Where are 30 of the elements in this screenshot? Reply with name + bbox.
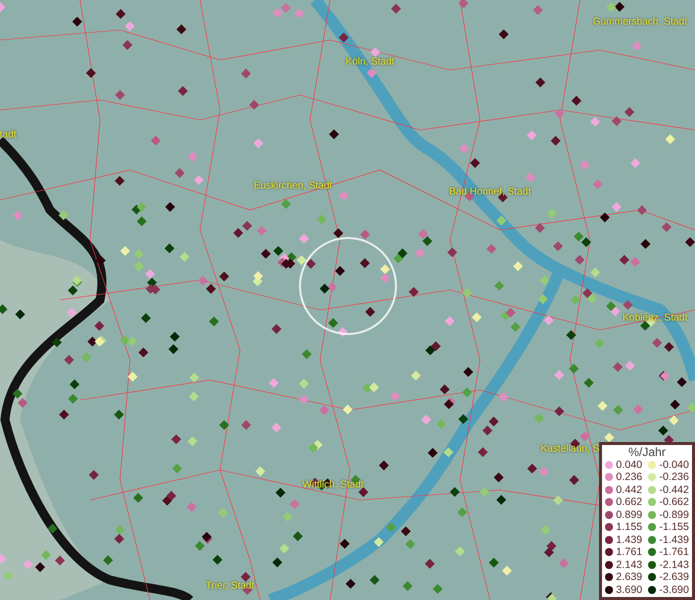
legend-label: 3.690	[616, 584, 644, 596]
legend-label: 1.439	[616, 534, 644, 546]
legend-label: 0.236	[616, 471, 644, 484]
legend-label: -0.442	[659, 484, 689, 496]
place-label: Kastellaun, S	[540, 442, 600, 456]
legend-label: -0.662	[659, 496, 689, 508]
legend-label: -0.040	[659, 458, 689, 471]
legend-label: -1.155	[659, 521, 689, 534]
legend-label: 0.899	[616, 508, 644, 521]
legend-label: 2.639	[616, 571, 644, 584]
legend-label: -1.439	[659, 534, 689, 546]
legend-label: 1.155	[616, 521, 644, 534]
place-label: Trier, Stadt	[206, 580, 254, 594]
place-label: Koblenz, Stadt	[622, 312, 688, 326]
legend-label: -2.143	[659, 558, 689, 571]
legend-title: %/Jahr	[627, 444, 667, 458]
legend-label: -0.899	[659, 508, 689, 521]
legend-label: -0.236	[659, 471, 689, 484]
place-label: Gummersbach, Stadt	[592, 16, 688, 30]
legend-label: 2.143	[616, 558, 644, 571]
legend-label: -2.639	[659, 571, 689, 584]
legend-label: -1.761	[659, 546, 689, 558]
place-label: Köln, Stadt	[346, 56, 394, 70]
legend-label: -3.690	[659, 584, 689, 596]
map-drawing[interactable]	[0, 0, 695, 600]
legend-label: 0.662	[616, 496, 644, 508]
place-label: tadt	[0, 128, 16, 142]
legend-label: 0.442	[616, 484, 644, 496]
legend-label: 0.040	[616, 458, 644, 471]
legend-label: 1.761	[616, 546, 644, 558]
